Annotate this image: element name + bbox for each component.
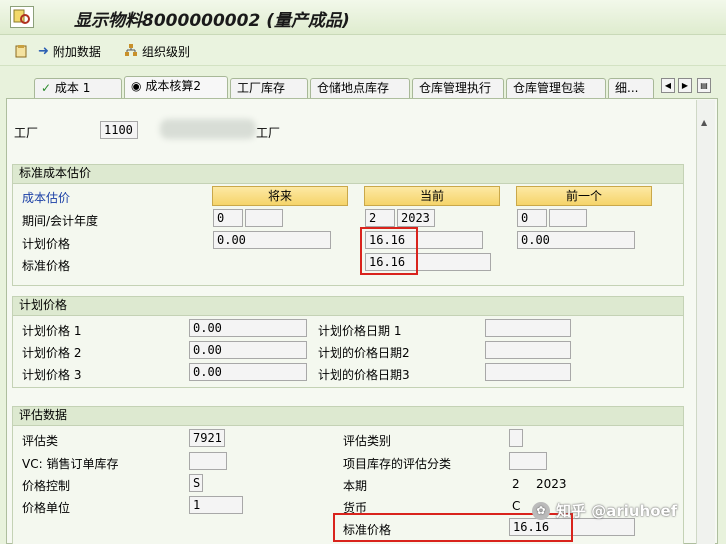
previous-button[interactable]: 前一个	[516, 186, 652, 206]
tab-plant-stock[interactable]: 工厂库存	[230, 78, 308, 98]
vc-sales-order-label: VC: 销售订单库存	[22, 457, 119, 471]
valuation-category-label: 评估类别	[343, 434, 392, 448]
highlight-box-std-cost	[360, 227, 418, 275]
org-levels-label: 组织级别	[142, 44, 191, 59]
org-levels-button[interactable]: 组织级别	[124, 42, 190, 60]
previous-period-field: 0	[517, 209, 547, 227]
planned-price-header: 计划价格	[13, 297, 683, 316]
previous-year-field	[549, 209, 587, 227]
current-year-field: 2023	[397, 209, 435, 227]
scroll-up-icon[interactable]: ▲	[701, 118, 707, 127]
planned-date-2-label: 计划的价格日期2	[318, 346, 410, 360]
page-title: 显示物料8000000002 (量产成品)	[74, 11, 350, 31]
price-control-label: 价格控制	[22, 479, 71, 493]
valuation-class-label: 评估类	[22, 434, 59, 448]
watermark: ✿ 知乎 @ariuhoef	[532, 500, 677, 521]
transaction-icon[interactable]	[10, 6, 34, 28]
application-toolbar	[0, 35, 726, 66]
radio-selected-icon: ◉	[131, 79, 142, 93]
clipboard-icon[interactable]	[14, 42, 28, 60]
future-planned-price-field: 0.00	[213, 231, 331, 249]
future-button[interactable]: 将来	[212, 186, 348, 206]
planned-price-label: 计划价格	[22, 237, 71, 251]
project-stock-label: 项目库存的评估分类	[343, 457, 452, 471]
standard-price-label: 标准价格	[22, 259, 71, 273]
additional-data-button[interactable]: ➜ 附加数据	[38, 42, 101, 60]
period-year-label: 期间/会计年度	[22, 214, 99, 228]
planned-price-1-field: 0.00	[189, 319, 307, 337]
tab-more[interactable]: 细...	[608, 78, 654, 98]
vertical-scrollbar[interactable]: ▲	[696, 100, 715, 544]
planned-price-3-label: 计划价格 3	[22, 368, 82, 382]
current-button[interactable]: 当前	[364, 186, 500, 206]
valuation-header: 评估数据	[13, 407, 683, 426]
current-period-label: 本期	[343, 479, 368, 493]
price-control-field: S	[189, 474, 203, 492]
watermark-text: 知乎 @ariuhoef	[556, 502, 678, 520]
additional-data-label: 附加数据	[52, 44, 101, 59]
previous-planned-price-field: 0.00	[517, 231, 635, 249]
valuation-category-field	[509, 429, 523, 447]
planned-date-3-label: 计划的价格日期3	[318, 368, 410, 382]
tab-wm-execution[interactable]: 仓库管理执行	[412, 78, 504, 98]
cost-estimate-label: 成本估价	[22, 191, 71, 205]
current-period-field: 2	[365, 209, 395, 227]
planned-date-3-field	[485, 363, 571, 381]
planned-price-3-field: 0.00	[189, 363, 307, 381]
std-cost-header: 标准成本估价	[13, 165, 683, 184]
future-period-field: 0	[213, 209, 243, 227]
tab-storage-location-stock[interactable]: 仓储地点库存	[310, 78, 410, 98]
blurred-plant-name	[160, 119, 256, 139]
future-year-field	[245, 209, 283, 227]
planned-date-1-field	[485, 319, 571, 337]
planned-price-2-field: 0.00	[189, 341, 307, 359]
check-icon: ✓	[41, 81, 52, 95]
project-stock-field	[509, 452, 547, 470]
tab-costing-2[interactable]: ◉ 成本核算2	[124, 76, 228, 98]
price-unit-label: 价格单位	[22, 501, 71, 515]
tab-list-icon[interactable]: ▤	[697, 78, 711, 93]
plant-desc-suffix: 工厂	[256, 126, 281, 140]
plant-field: 1100	[100, 121, 138, 139]
hierarchy-icon	[124, 43, 138, 60]
arrow-right-icon: ➜	[38, 43, 49, 59]
tab-wm-packaging[interactable]: 仓库管理包装	[506, 78, 606, 98]
planned-date-2-field	[485, 341, 571, 359]
currency-value: C	[512, 499, 521, 513]
planned-date-1-label: 计划价格日期 1	[318, 324, 402, 338]
price-unit-field: 1	[189, 496, 243, 514]
tab-scroll-left-icon[interactable]: ◀	[661, 78, 675, 93]
current-period-value: 2	[512, 477, 520, 491]
tab-scroll-right-icon[interactable]: ▶	[678, 78, 692, 93]
tab-cost-1[interactable]: ✓ 成本 1	[34, 78, 122, 98]
plant-label: 工厂	[14, 126, 39, 140]
valuation-class-field: 7921	[189, 429, 225, 447]
planned-price-1-label: 计划价格 1	[22, 324, 82, 338]
vc-sales-order-field	[189, 452, 227, 470]
planned-price-2-label: 计划价格 2	[22, 346, 82, 360]
zhihu-logo-icon: ✿	[532, 501, 550, 520]
current-year-value: 2023	[536, 477, 567, 491]
